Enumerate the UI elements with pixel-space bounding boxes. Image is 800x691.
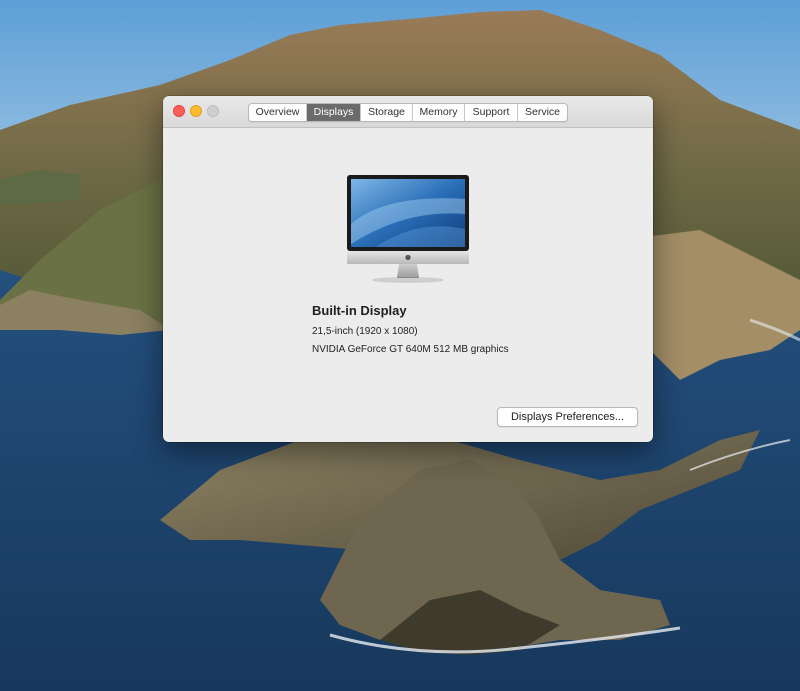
tab-service[interactable]: Service	[518, 104, 567, 121]
about-this-mac-window: Overview Displays Storage Memory Support…	[163, 96, 653, 442]
displays-preferences-button[interactable]: Displays Preferences...	[497, 407, 638, 427]
tab-support[interactable]: Support	[465, 104, 518, 121]
display-size-resolution: 21,5-inch (1920 x 1080)	[312, 326, 418, 337]
imac-icon	[346, 174, 470, 286]
tab-storage[interactable]: Storage	[361, 104, 413, 121]
tab-bar: Overview Displays Storage Memory Support…	[248, 103, 568, 122]
zoom-button	[207, 105, 219, 117]
minimize-button[interactable]	[190, 105, 202, 117]
tab-displays[interactable]: Displays	[307, 104, 361, 121]
display-graphics: NVIDIA GeForce GT 640M 512 MB graphics	[312, 344, 509, 355]
close-button[interactable]	[173, 105, 185, 117]
tab-overview[interactable]: Overview	[249, 104, 307, 121]
tab-memory[interactable]: Memory	[413, 104, 465, 121]
title-bar[interactable]: Overview Displays Storage Memory Support…	[163, 96, 653, 128]
display-name: Built-in Display	[312, 303, 407, 318]
